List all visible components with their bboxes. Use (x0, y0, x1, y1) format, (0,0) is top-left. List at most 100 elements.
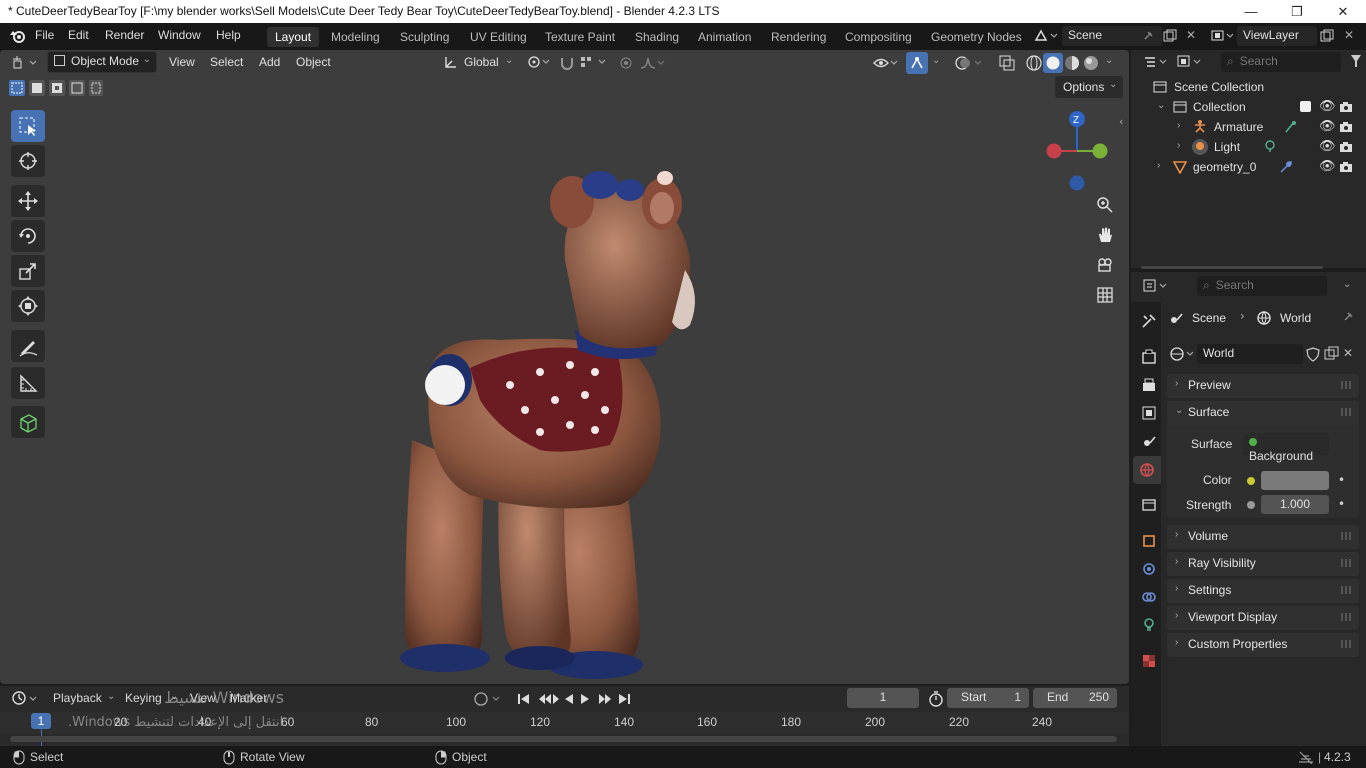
outliner-row-collection[interactable]: ⌄ Collection 👁 (1131, 97, 1366, 117)
close-button[interactable]: ✕ (1320, 0, 1366, 23)
tab-object[interactable] (1136, 528, 1162, 554)
deer-model[interactable] (390, 110, 720, 684)
strength-socket-icon[interactable] (1247, 501, 1255, 509)
tab-render[interactable] (1136, 344, 1162, 370)
tab-shading[interactable]: Shading (627, 27, 687, 47)
minimize-button[interactable]: — (1228, 0, 1274, 23)
tool-rotate[interactable] (11, 220, 45, 252)
tool-add-cube[interactable] (11, 406, 45, 438)
object-mode-dropdown[interactable]: Object Mode ⌄ (47, 51, 157, 73)
transform-orientation-dropdown[interactable]: Global (464, 55, 499, 69)
viewport-menu-object[interactable]: Object (296, 55, 331, 69)
snap-icon[interactable] (559, 55, 577, 71)
tab-sculpting[interactable]: Sculpting (392, 27, 457, 47)
view-layer-selector-icon[interactable] (1211, 29, 1235, 43)
tab-scene[interactable] (1136, 428, 1162, 454)
scene-selector-icon[interactable] (1033, 28, 1059, 44)
viewport-menu-add[interactable]: Add (259, 55, 280, 69)
3d-viewport[interactable]: Object Mode ⌄ View Select Add Object Glob… (0, 50, 1129, 684)
timeline-menu-keying[interactable]: Keying (125, 691, 162, 705)
timeline-menu-playback[interactable]: Playback (53, 691, 102, 705)
camera-render-icon[interactable] (1339, 101, 1353, 113)
tool-annotate[interactable] (11, 330, 45, 362)
falloff-icon[interactable] (639, 55, 667, 71)
pivot-point-icon[interactable] (527, 55, 553, 70)
eye-icon[interactable]: 👁 (1319, 158, 1336, 174)
current-frame-input[interactable]: 1 (847, 688, 919, 708)
delete-view-layer-icon[interactable]: ✕ (1344, 28, 1354, 42)
pan-button[interactable] (1093, 223, 1117, 247)
eye-icon[interactable]: 👁 (1319, 98, 1336, 114)
chevron-right-icon[interactable]: › (1177, 140, 1180, 151)
eye-icon[interactable]: 👁 (1319, 138, 1336, 154)
tool-scale[interactable] (11, 255, 45, 287)
tab-layout[interactable]: Layout (267, 27, 320, 47)
playhead[interactable]: 1 (31, 713, 51, 729)
color-socket-icon[interactable] (1247, 477, 1255, 485)
filter-icon[interactable] (1350, 54, 1362, 68)
tab-physics[interactable] (1136, 556, 1162, 582)
tab-output[interactable] (1136, 372, 1162, 398)
tab-compositing[interactable]: Compositing (837, 27, 920, 47)
camera-render-icon[interactable] (1339, 161, 1353, 173)
display-mode-icon[interactable] (1177, 55, 1205, 69)
xray-icon[interactable] (998, 54, 1016, 72)
tab-geometry-nodes[interactable]: Geometry Nodes (923, 27, 1030, 47)
tool-move[interactable] (11, 185, 45, 217)
ortho-toggle-button[interactable] (1093, 283, 1117, 307)
properties-editor-type-icon[interactable] (1143, 279, 1171, 293)
tab-animation[interactable]: Animation (690, 27, 759, 47)
end-frame-input[interactable]: End 250 (1033, 688, 1117, 708)
world-name-field[interactable]: World (1197, 344, 1303, 364)
drag-handle-icon[interactable] (1341, 613, 1353, 621)
tab-rendering[interactable]: Rendering (763, 27, 834, 47)
drag-handle-icon[interactable] (1341, 586, 1353, 594)
panel-volume[interactable]: › Volume (1167, 525, 1359, 549)
options-dropdown[interactable]: Options ⌄ (1055, 76, 1123, 98)
panel-surface[interactable]: ⌄ Surface (1167, 401, 1359, 425)
drag-handle-icon[interactable] (1341, 640, 1353, 648)
gizmo-toggle-button[interactable] (906, 52, 928, 74)
strength-input[interactable]: 1.000 (1261, 495, 1329, 514)
tab-constraints[interactable] (1136, 584, 1162, 610)
new-scene-icon[interactable] (1163, 29, 1177, 43)
playback-controls[interactable] (515, 690, 637, 708)
keyframe-dot-icon[interactable]: • (1338, 497, 1345, 511)
tab-world-active[interactable] (1133, 456, 1161, 484)
editor-type-icon[interactable] (12, 55, 40, 71)
start-frame-input[interactable]: Start 1 (947, 688, 1029, 708)
viewport-menu-view[interactable]: View (169, 55, 195, 69)
outliner-row-armature[interactable]: › Armature 👁 (1131, 117, 1366, 137)
selection-mode-group[interactable] (8, 79, 104, 97)
drag-handle-icon[interactable] (1341, 559, 1353, 567)
panel-viewport-display[interactable]: › Viewport Display (1167, 606, 1359, 630)
chevron-down-icon[interactable]: ⌄ (1157, 100, 1165, 111)
chevron-down-icon[interactable]: ⌄ (1343, 279, 1351, 290)
viewport-menu-select[interactable]: Select (210, 55, 243, 69)
blender-logo-icon[interactable] (9, 29, 27, 44)
maximize-button[interactable]: ❐ (1274, 0, 1320, 23)
overlays-icon[interactable] (953, 54, 985, 72)
outliner-row-geometry[interactable]: › geometry_0 👁 (1131, 157, 1366, 177)
eye-icon[interactable]: 👁 (1319, 118, 1336, 134)
panel-ray-visibility[interactable]: › Ray Visibility (1167, 552, 1359, 576)
menu-window[interactable]: Window (158, 28, 201, 42)
pin-icon[interactable] (1342, 311, 1354, 323)
tool-measure[interactable] (11, 367, 45, 399)
drag-handle-icon[interactable] (1341, 381, 1353, 389)
surface-shader-selector[interactable]: Background (1243, 433, 1329, 463)
tool-select-box[interactable] (11, 110, 45, 142)
checkbox-icon[interactable] (1300, 101, 1311, 112)
shading-mode-group[interactable] (1024, 53, 1102, 73)
auto-keying-icon[interactable] (473, 691, 507, 707)
panel-preview[interactable]: › Preview (1167, 374, 1359, 398)
duplicate-world-icon[interactable] (1324, 346, 1340, 362)
outliner-row-light[interactable]: › Light 👁 (1131, 137, 1366, 157)
timeline-scrollbar[interactable] (10, 736, 1117, 742)
chevron-right-icon[interactable]: › (1177, 120, 1180, 131)
tab-texture-paint[interactable]: Texture Paint (537, 27, 623, 47)
world-browse-icon[interactable] (1169, 346, 1197, 362)
fake-user-shield-icon[interactable] (1305, 346, 1321, 362)
new-view-layer-icon[interactable] (1320, 29, 1334, 43)
menu-edit[interactable]: Edit (68, 28, 89, 42)
